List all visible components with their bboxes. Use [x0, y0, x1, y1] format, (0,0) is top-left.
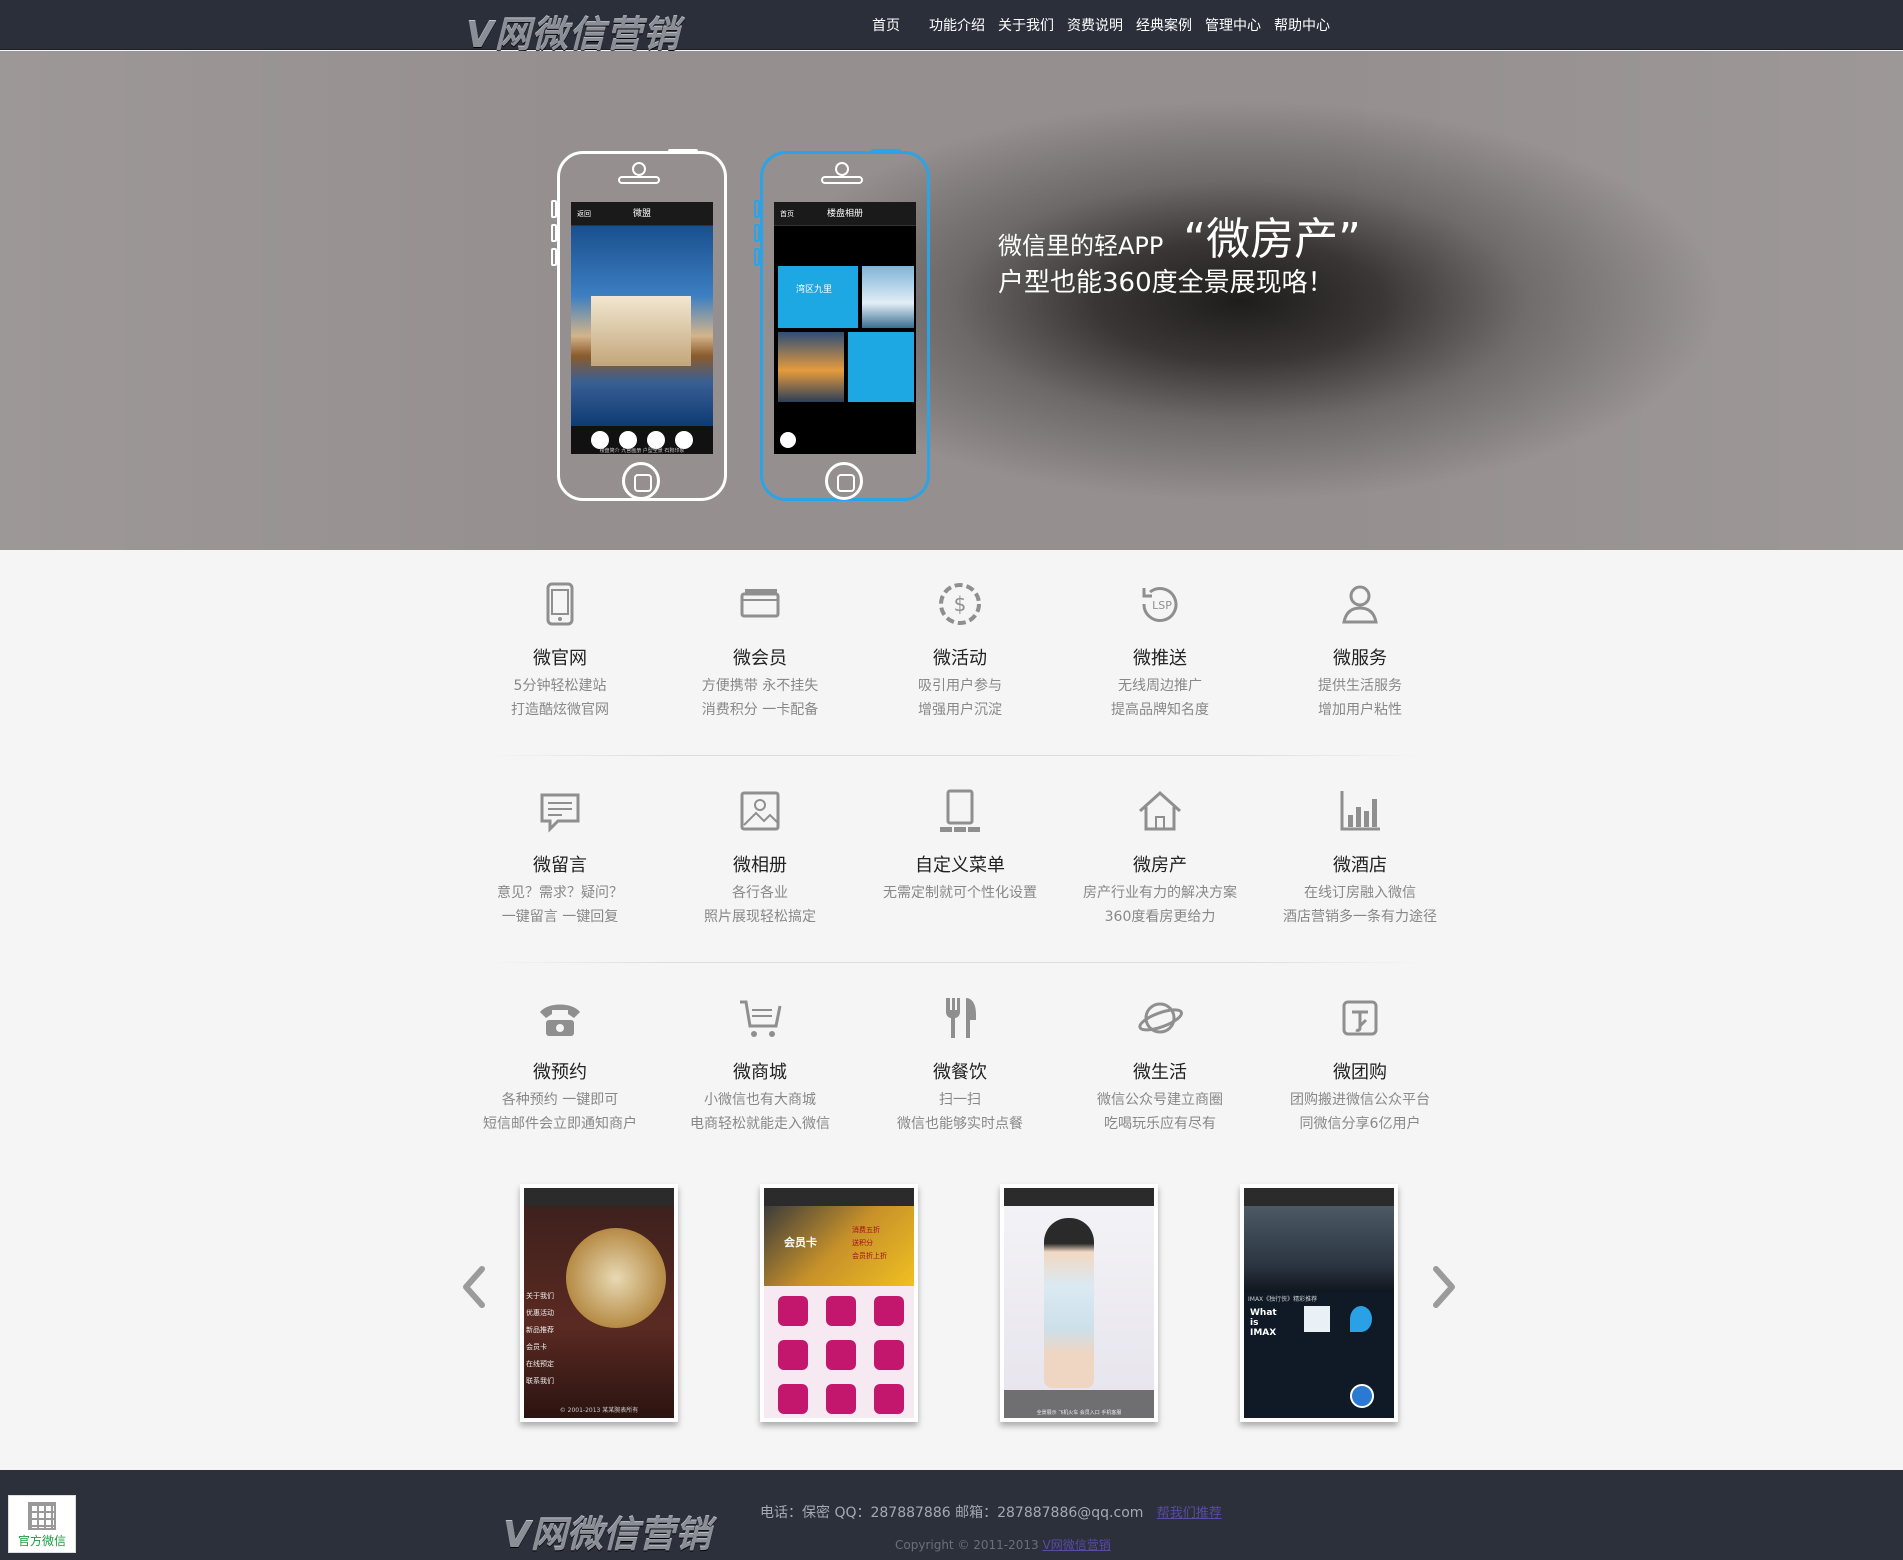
- card3-nav: 全景展示 飞机火车 会员入口 手机客服: [1004, 1390, 1154, 1418]
- phone2-screen: 首页 楼盘相册 湾区九里: [774, 202, 916, 454]
- nav-cases[interactable]: 经典案例: [1136, 15, 1192, 35]
- nav-help[interactable]: 帮助中心: [1274, 15, 1330, 35]
- carousel-next-arrow[interactable]: [1430, 1265, 1460, 1309]
- chart-icon: [1340, 791, 1380, 831]
- footer-contact: 电话：保密 QQ：287887886 邮箱：287887886@qq.com 帮…: [760, 1505, 1222, 1521]
- feature-weixiangce[interactable]: 微相册 各行各业 照片展现轻松搞定: [660, 787, 860, 929]
- fork-knife-icon: [946, 998, 976, 1038]
- card2-icon-grid: [764, 1286, 914, 1418]
- cart-icon: [740, 1000, 782, 1037]
- top-navbar: V网微信营销 首页 功能介绍 关于我们 资费说明 经典案例 管理中心 帮助中心: [0, 0, 1903, 56]
- phone-mockup-blue: 首页 楼盘相册 湾区九里: [754, 149, 930, 501]
- album-tile-cyan: 湾区九里: [778, 266, 858, 328]
- qr-code-icon: [28, 1502, 56, 1530]
- hero-banner: 返回 微盟 楼盘简介 九宫画册 户型全景 石狗印象 首页 楼盘相册 湾区九里 微信里…: [0, 51, 1903, 550]
- help-icon: [1350, 1384, 1374, 1408]
- section-divider: [485, 962, 1425, 963]
- footer-logo: V网微信营销: [503, 1515, 711, 1556]
- footer-recommend-link[interactable]: 帮我们推荐: [1157, 1506, 1222, 1521]
- back-circle-icon: [780, 432, 796, 448]
- album-tile-text: [848, 332, 914, 402]
- house-icon: [1138, 790, 1182, 831]
- card2-banner: 会员卡 消费五折 送积分 会员折上折: [764, 1206, 914, 1286]
- feature-weiguanwang[interactable]: 微官网 5分钟轻松建站 打造酷炫微官网: [460, 580, 660, 722]
- nav-about[interactable]: 关于我们: [998, 15, 1054, 35]
- card1-menu: 关于我们 优惠活动 新品推荐 会员卡 在线预定 联系我们: [526, 1292, 554, 1385]
- feature-weituangou[interactable]: 微团购 团购搬进微信公众平台 同微信分享6亿用户: [1260, 994, 1460, 1136]
- footer-brand-link[interactable]: V网微信营销: [1043, 1538, 1111, 1552]
- album-tile-sea: [862, 266, 914, 328]
- movie-poster: [1244, 1206, 1394, 1292]
- tablet-icon: [546, 582, 574, 626]
- feature-weifuwu[interactable]: 微服务 提供生活服务 增加用户粘性: [1260, 580, 1460, 722]
- svg-text:LSP: LSP: [1152, 599, 1172, 612]
- nav-admin[interactable]: 管理中心: [1205, 15, 1261, 35]
- feature-weihuiyuan[interactable]: 微会员 方便携带 永不挂失 消费积分 一卡配备: [660, 580, 860, 722]
- nav-pricing[interactable]: 资费说明: [1067, 15, 1123, 35]
- location-pin-icon: [1350, 1306, 1372, 1332]
- nav-features[interactable]: 功能介绍: [929, 15, 985, 35]
- feature-weiliuyan[interactable]: 微留言 意见？需求？疑问？ 一键留言 一键回复: [460, 787, 660, 929]
- main-nav: 首页 功能介绍 关于我们 资费说明 经典案例 管理中心 帮助中心: [872, 0, 1343, 50]
- feature-weishenghuo[interactable]: 微生活 微信公众号建立商圈 吃喝玩乐应有尽有: [1060, 994, 1260, 1136]
- hero-subtitle: 户型也能360度全景展现咯！: [998, 268, 1334, 298]
- svg-text:$: $: [954, 592, 967, 616]
- phone2-header: 楼盘相册: [826, 209, 863, 219]
- feature-weituisong[interactable]: LSP 微推送 无线周边推广 提高品牌知名度: [1060, 580, 1260, 722]
- villa-image: [571, 226, 713, 426]
- site-footer: V网微信营销 电话：保密 QQ：287887886 邮箱：287887886@q…: [0, 1470, 1903, 1560]
- hero-title: 微信里的轻APP “微房产”: [998, 214, 1361, 265]
- feature-title: 微官网: [533, 648, 587, 669]
- cards-icon: [740, 589, 780, 618]
- section-divider: [485, 755, 1425, 756]
- watch-image: [566, 1228, 666, 1328]
- phone1-screen: 返回 微盟 楼盘简介 九宫画册 户型全景 石狗印象: [571, 202, 713, 454]
- menu-device-icon: [940, 789, 980, 832]
- news-icon: [1304, 1306, 1330, 1332]
- showcase-card-member[interactable]: 会员卡 消费五折 送积分 会员折上折: [760, 1184, 918, 1422]
- nav-home[interactable]: 首页: [872, 15, 900, 35]
- official-wechat-qr[interactable]: 官方微信: [8, 1495, 76, 1553]
- feature-weishangcheng[interactable]: 微商城 小微信也有大商城 电商轻松就能走入微信: [660, 994, 860, 1136]
- qr-label: 官方微信: [17, 1534, 66, 1548]
- showcase-card-fashion[interactable]: 全景展示 飞机火车 会员入口 手机客服: [1000, 1184, 1158, 1422]
- showcase-card-watch[interactable]: 关于我们 优惠活动 新品推荐 会员卡 在线预定 联系我们 © 2001-2013 某某腕表…: [520, 1184, 678, 1422]
- message-icon: [540, 793, 580, 833]
- planet-icon: [1138, 1002, 1183, 1034]
- group-buy-icon: [1342, 1000, 1378, 1036]
- phone-mockup-white: 返回 微盟 楼盘简介 九宫画册 户型全景 石狗印象: [551, 149, 727, 501]
- album-tile-sunset: [778, 332, 844, 402]
- dollar-cycle-icon: $: [939, 583, 981, 625]
- picture-icon: [740, 791, 780, 831]
- telephone-icon: [540, 1004, 580, 1036]
- showcase-card-imax[interactable]: IMAX《独行侠》精彩推荐 What is IMAX: [1240, 1184, 1398, 1422]
- feature-weijiudian[interactable]: 微酒店 在线订房融入微信 酒店营销多一条有力途径: [1260, 787, 1460, 929]
- feature-weifangchan[interactable]: 微房产 房产行业有力的解决方案 360度看房更给力: [1060, 787, 1260, 929]
- model-image: [1044, 1218, 1094, 1388]
- footer-copyright: Copyright © 2011-2013 V网微信营销: [895, 1538, 1111, 1552]
- feature-custom-menu[interactable]: 自定义菜单 无需定制就可个性化设置: [860, 787, 1060, 905]
- lsp-icon: LSP: [1142, 587, 1178, 622]
- user-service-icon: [1342, 585, 1378, 624]
- feature-weihuodong[interactable]: $ 微活动 吸引用户参与 增强用户沉淀: [860, 580, 1060, 722]
- feature-weiyuyue[interactable]: 微预约 各种预约 一键即可 短信邮件会立即通知商户: [460, 994, 660, 1136]
- feature-weicanyin[interactable]: 微餐饮 扫一扫 微信也能够实时点餐: [860, 994, 1060, 1136]
- carousel-prev-arrow[interactable]: [458, 1265, 488, 1309]
- phone1-header: 微盟: [632, 209, 651, 219]
